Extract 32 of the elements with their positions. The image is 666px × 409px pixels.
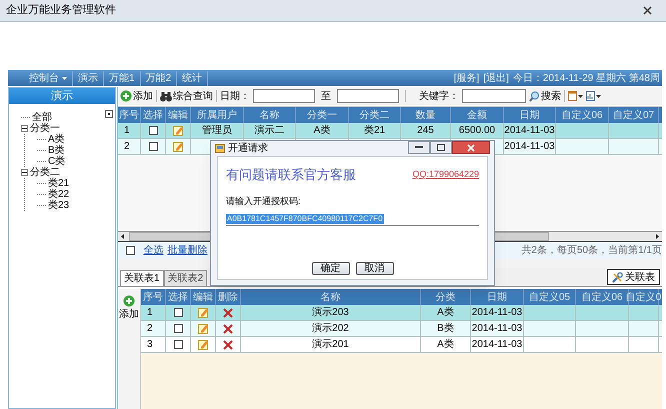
table-cell: 2014-11-03 bbox=[471, 337, 524, 352]
date-label: 日期： bbox=[220, 90, 250, 104]
table-cell: 2 bbox=[141, 321, 166, 336]
table-cell: 演示203 bbox=[241, 305, 421, 320]
table-cell: 3 bbox=[141, 337, 166, 352]
table-cell: 演示202 bbox=[241, 321, 421, 336]
table-cell: A类 bbox=[296, 123, 349, 138]
table-cell: A类 bbox=[421, 305, 471, 320]
code-prompt: 请输入开通授权码: bbox=[226, 194, 302, 208]
dialog-title: 开通请求 bbox=[228, 142, 268, 156]
date-text: 今日：2014-11-29 星期六 第48周 bbox=[512, 72, 660, 86]
keyword-label: 关键字： bbox=[419, 90, 459, 104]
table-cell: 2014-11-03 bbox=[504, 123, 556, 138]
table-cell: 6500.00 bbox=[451, 123, 504, 138]
table-cell: A类 bbox=[421, 337, 471, 352]
contact-heading: 有问题请联系官方客服 bbox=[226, 166, 356, 184]
table-cell: 演示201 bbox=[241, 337, 421, 352]
to-label: 至 bbox=[320, 90, 332, 104]
sidebar-title: 演示 bbox=[9, 88, 115, 104]
table-cell: 1 bbox=[118, 123, 141, 138]
table-cell: 2014-11-03 bbox=[471, 305, 524, 320]
table-cell: 2014-11-03 bbox=[471, 321, 524, 336]
table-cell: 2 bbox=[118, 139, 141, 154]
table-cell: 类21 bbox=[349, 123, 401, 138]
table-cell: 245 bbox=[401, 123, 451, 138]
table-cell: 演示二 bbox=[244, 123, 296, 138]
paging-text: 共2条，每页50条，当前第1/1页 bbox=[521, 244, 662, 258]
table-cell: 1 bbox=[141, 305, 166, 320]
window-title: 企业万能业务管理软件 bbox=[6, 3, 116, 18]
table-cell: B类 bbox=[421, 321, 471, 336]
table-cell: 管理员 bbox=[191, 123, 244, 138]
table-cell: 2014-11-03 bbox=[504, 139, 556, 154]
